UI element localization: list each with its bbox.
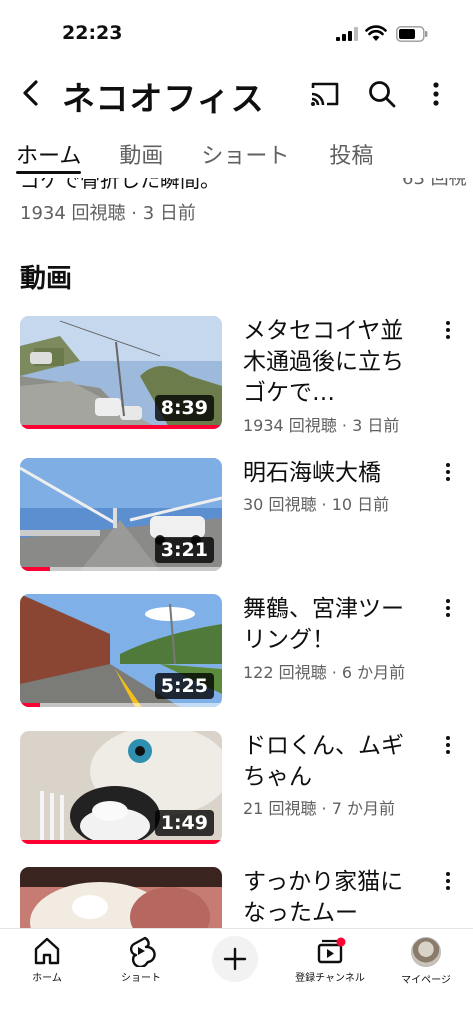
video-item[interactable]: すっかり家猫になったムー [0, 867, 473, 928]
video-title[interactable]: ドロくん、ムギちゃん [243, 731, 423, 793]
video-title[interactable]: すっかり家猫になったムー [243, 867, 423, 928]
more-vert-icon[interactable] [430, 80, 442, 108]
section-title: 動画 [20, 264, 73, 294]
video-more-icon[interactable] [440, 735, 456, 755]
watch-progress [20, 425, 222, 429]
video-meta: 1934 回視聴 · 3 日前 [243, 416, 400, 435]
nav-subscriptions[interactable]: 登録チャンネル [285, 935, 375, 984]
video-item[interactable]: 1:49 ドロくん、ムギちゃん 21 回視聴 · 7 か月前 [0, 731, 473, 849]
video-duration: 8:39 [154, 395, 214, 421]
nav-label: ショート [121, 973, 161, 984]
nav-you[interactable]: マイページ [381, 935, 471, 986]
watch-progress [20, 567, 222, 571]
home-icon [34, 937, 60, 965]
channel-tabs: ホーム 動画 ショート 投稿 [0, 130, 473, 178]
tab-shorts[interactable]: ショート [201, 130, 289, 178]
plus-icon [223, 947, 247, 971]
watch-progress-fill [20, 567, 51, 571]
subscriptions-icon [317, 937, 346, 964]
thumbnail-image [20, 867, 222, 928]
video-thumbnail[interactable]: 5:25 [20, 594, 222, 707]
status-time: 22:23 [62, 22, 123, 44]
watch-progress-fill [20, 840, 222, 844]
channel-home-feed[interactable]: ゴケで骨折した瞬間。 63 回視 1934 回視聴 · 3 日前 動画 8:39 [0, 178, 473, 928]
video-more-icon[interactable] [440, 598, 456, 618]
video-title[interactable]: 明石海峡大橋 [243, 458, 423, 489]
battery-icon [396, 26, 428, 42]
wifi-icon [365, 25, 387, 41]
video-duration: 1:49 [154, 810, 214, 836]
back-icon[interactable] [16, 78, 46, 108]
video-thumbnail[interactable]: 3:21 [20, 458, 222, 571]
video-title[interactable]: 舞鶴、宮津ツーリング！ [243, 594, 423, 656]
video-thumbnail[interactable]: 1:49 [20, 731, 222, 844]
tab-videos[interactable]: 動画 [119, 130, 163, 178]
signal-icon [336, 27, 358, 41]
nav-shorts[interactable]: ショート [96, 935, 186, 984]
video-duration: 5:25 [154, 673, 214, 699]
watch-progress [20, 703, 222, 707]
video-more-icon[interactable] [440, 871, 456, 891]
nav-label: 登録チャンネル [295, 973, 365, 984]
previous-item-right-meta: 63 回視 [402, 178, 467, 189]
video-thumbnail[interactable] [20, 867, 222, 928]
create-button[interactable] [212, 936, 258, 982]
watch-progress-fill [20, 425, 222, 429]
avatar [411, 937, 441, 967]
watch-progress-fill [20, 703, 41, 707]
watch-progress [20, 840, 222, 844]
nav-label: ホーム [32, 973, 62, 984]
search-icon[interactable] [367, 79, 397, 109]
nav-label: マイページ [401, 975, 451, 986]
previous-video-meta: 1934 回視聴 · 3 日前 [20, 203, 196, 224]
video-item[interactable]: 8:39 メタセコイヤ並木通過後に立ちゴケで… 1934 回視聴 · 3 日前 [0, 316, 473, 435]
tab-posts[interactable]: 投稿 [329, 130, 373, 178]
video-thumbnail[interactable]: 8:39 [20, 316, 222, 429]
channel-title: ネコオフィス [62, 79, 265, 118]
video-duration: 3:21 [154, 537, 214, 563]
video-meta: 21 回視聴 · 7 か月前 [243, 799, 395, 818]
video-meta: 122 回視聴 · 6 か月前 [243, 663, 406, 682]
channel-header: ネコオフィス [0, 64, 473, 124]
video-meta: 30 回視聴 · 10 日前 [243, 495, 390, 514]
video-item[interactable]: 3:21 明石海峡大橋 30 回視聴 · 10 日前 [0, 458, 473, 576]
tab-home[interactable]: ホーム [16, 130, 82, 178]
video-more-icon[interactable] [440, 320, 456, 340]
nav-home[interactable]: ホーム [2, 935, 92, 984]
previous-video-title[interactable]: ゴケで骨折した瞬間。 [20, 178, 220, 193]
video-more-icon[interactable] [440, 462, 456, 482]
video-title[interactable]: メタセコイヤ並木通過後に立ちゴケで… [243, 316, 423, 409]
video-item[interactable]: 5:25 舞鶴、宮津ツーリング！ 122 回視聴 · 6 か月前 [0, 594, 473, 712]
status-bar: 22:23 [0, 0, 473, 64]
shorts-icon [129, 936, 156, 967]
cast-icon[interactable] [309, 80, 341, 108]
bottom-navigation: ホーム ショート 登録チャンネル マイページ [0, 928, 473, 1024]
